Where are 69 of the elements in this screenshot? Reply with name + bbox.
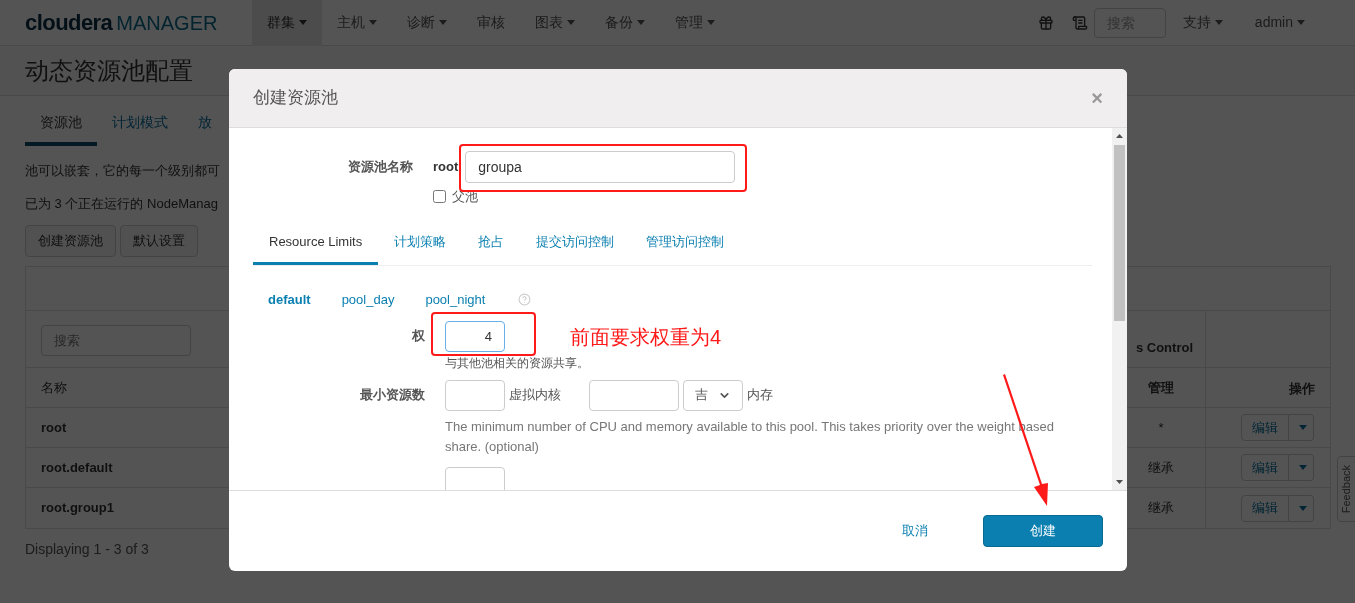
- create-button[interactable]: 创建: [983, 515, 1103, 547]
- status-text: 已为 3 个正在运行的 NodeManag: [25, 194, 218, 213]
- vcores-field[interactable]: [445, 379, 505, 411]
- pagination-text: Displaying 1 - 3 of 3: [25, 540, 150, 559]
- schedule-tab[interactable]: default: [268, 290, 311, 310]
- page-button[interactable]: 默认设置: [120, 225, 198, 257]
- dropdown-button[interactable]: [1289, 494, 1314, 522]
- field-label: 权: [411, 327, 425, 346]
- caret-icon: [1299, 505, 1307, 511]
- table-cell-text: *: [1157, 418, 1165, 437]
- edit-button[interactable]: 编辑: [1241, 494, 1289, 522]
- nav-menu-item[interactable]: 群集: [252, 0, 322, 46]
- cancel-button[interactable]: 取消: [902, 521, 928, 541]
- scroll-down-icon[interactable]: [1116, 480, 1123, 484]
- memory-unit-select[interactable]: 吉: [683, 379, 743, 411]
- scrollbar[interactable]: [1112, 128, 1127, 490]
- table-cell-text: 继承: [1147, 458, 1175, 477]
- annotation-note: 前面要求权重为4: [570, 325, 722, 350]
- column-header: 名称: [41, 379, 67, 395]
- weight-field[interactable]: 4: [445, 320, 505, 352]
- caret-icon: [1299, 465, 1307, 470]
- max-resources-field[interactable]: [445, 466, 505, 490]
- dialog-tab[interactable]: 提交访问控制: [520, 231, 631, 265]
- help-icon[interactable]: [518, 293, 532, 307]
- logo[interactable]: cloudera MANAGER: [25, 6, 252, 39]
- dialog-tab[interactable]: 抢占: [462, 231, 521, 265]
- nav-menu-item[interactable]: 支持: [1167, 12, 1238, 33]
- name-prefix: root: [433, 158, 459, 177]
- edit-button[interactable]: 编辑: [1241, 454, 1289, 481]
- pool-name-field[interactable]: groupa: [465, 151, 736, 183]
- page-tab[interactable]: 计划模式: [97, 112, 183, 146]
- field-label: 最小资源数: [359, 386, 425, 405]
- memory-field[interactable]: [589, 379, 679, 411]
- nav-menu-item[interactable]: 诊断: [392, 0, 462, 46]
- column-header: 操作: [1205, 368, 1330, 407]
- dropdown-button[interactable]: [1289, 454, 1314, 481]
- dialog-tab[interactable]: Resource Limits: [253, 231, 379, 265]
- parent-pool-checkbox[interactable]: [433, 190, 446, 204]
- caret-icon: [1214, 20, 1223, 25]
- dialog-tab[interactable]: 计划策略: [378, 231, 463, 265]
- table-cell-text: 继承: [1147, 499, 1175, 518]
- nav-menu-item[interactable]: 图表: [520, 0, 590, 46]
- close-button[interactable]: ×: [1091, 88, 1103, 108]
- edit-button[interactable]: 编辑: [1241, 414, 1289, 441]
- page-title: 动态资源池配置: [25, 55, 193, 86]
- unit-label: 内存: [747, 386, 773, 405]
- table-cell: root.group1: [41, 500, 114, 516]
- dialog-tab[interactable]: 管理访问控制: [630, 231, 741, 265]
- caret-icon: [1297, 20, 1305, 25]
- gift-icon[interactable]: [1037, 14, 1054, 31]
- page-tab[interactable]: 资源池: [25, 112, 97, 146]
- nav-menu-item[interactable]: 备份: [590, 0, 660, 46]
- column-header: 管理: [1147, 378, 1175, 397]
- schedule-tab[interactable]: pool_night: [425, 290, 486, 310]
- page-tab[interactable]: 放: [183, 112, 227, 146]
- unit-label: 虚拟内核: [509, 386, 561, 405]
- feedback-tab[interactable]: Feedback: [1337, 456, 1355, 522]
- nav-menu-item[interactable]: admin: [1239, 12, 1320, 33]
- scroll-icon[interactable]: [1071, 14, 1088, 31]
- page-button[interactable]: 创建资源池: [25, 225, 116, 257]
- help-text: 与其他池相关的资源共享。: [445, 354, 590, 372]
- table-cell: root.default: [41, 459, 113, 475]
- caret-icon: [1299, 425, 1307, 430]
- dialog-title: 创建资源池: [253, 87, 338, 110]
- scroll-up-icon[interactable]: [1116, 134, 1123, 138]
- field-label: 资源池名称: [347, 158, 413, 177]
- dropdown-button[interactable]: [1289, 414, 1314, 441]
- schedule-tab[interactable]: pool_day: [341, 290, 395, 310]
- table-cell: root: [41, 419, 67, 435]
